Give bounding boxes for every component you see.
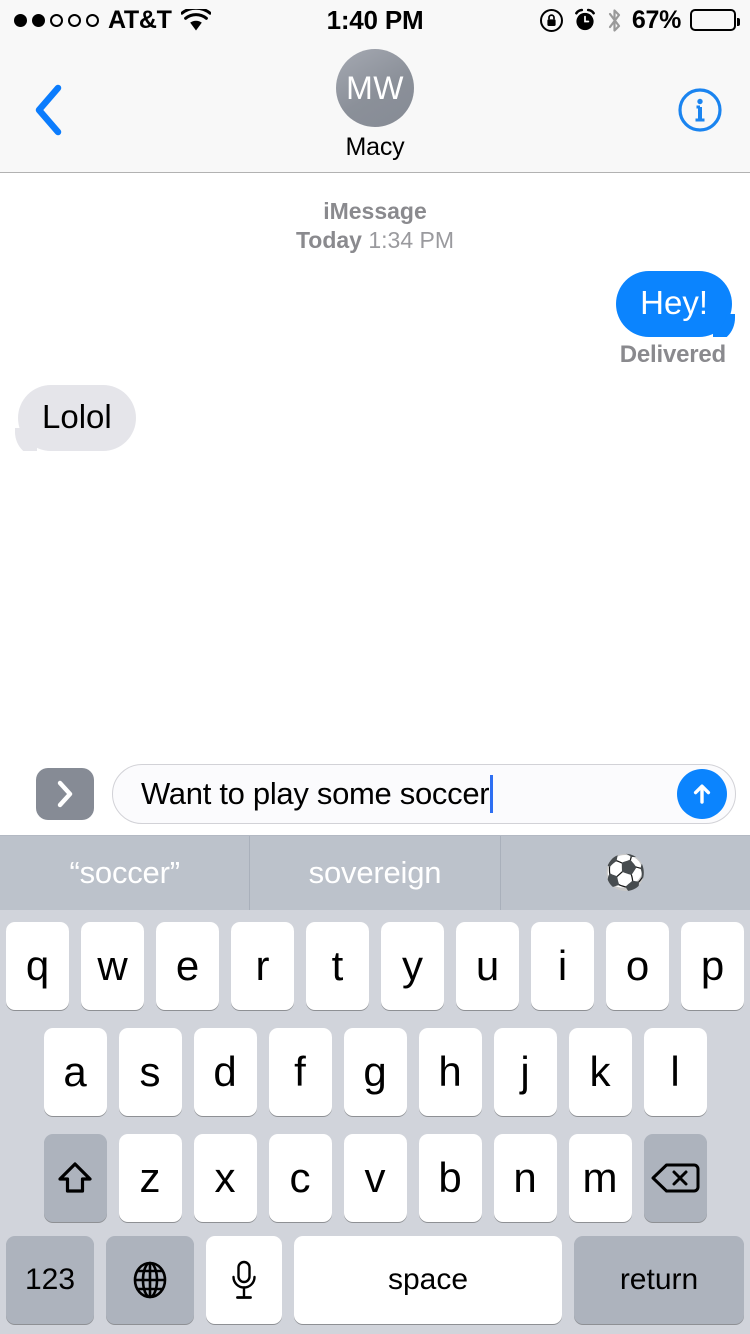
key-i[interactable]: i <box>531 922 594 1010</box>
suggestion-word[interactable]: sovereign <box>249 836 499 910</box>
microphone-icon <box>227 1257 261 1303</box>
keyboard-row-1: q w e r t y u i o p <box>0 922 750 1010</box>
bubble-tail <box>9 423 37 451</box>
message-bubble-incoming[interactable]: Lolol <box>18 385 136 451</box>
key-d[interactable]: d <box>193 1028 257 1116</box>
thread-service-label: iMessage <box>323 198 427 224</box>
avatar[interactable]: MW <box>336 49 414 127</box>
key-b[interactable]: b <box>418 1134 482 1222</box>
key-q[interactable]: q <box>6 922 69 1010</box>
chevron-right-icon <box>54 779 76 809</box>
key-o[interactable]: o <box>606 922 669 1010</box>
numbers-key[interactable]: 123 <box>6 1236 94 1324</box>
key-f[interactable]: f <box>268 1028 332 1116</box>
avatar-initials: MW <box>346 69 404 106</box>
key-g[interactable]: g <box>343 1028 407 1116</box>
contact-header[interactable]: MW Macy <box>0 49 750 162</box>
message-text: Lolol <box>42 398 112 435</box>
arrow-up-icon <box>687 779 717 809</box>
dictation-key[interactable] <box>206 1236 282 1324</box>
keyboard-row-4: 123 space return <box>0 1236 750 1324</box>
backspace-icon <box>649 1158 701 1198</box>
key-n[interactable]: n <box>493 1134 557 1222</box>
thread-timestamp: iMessage Today 1:34 PM <box>0 197 750 255</box>
messages-app-screen: AT&T 1:40 PM 67% MW Macy iMessage Today … <box>0 0 750 1334</box>
onscreen-keyboard: q w e r t y u i o p a s d f g h j k l z … <box>0 910 750 1334</box>
suggestion-quoted-word[interactable]: “soccer” <box>0 836 249 910</box>
shift-arrow-icon <box>53 1156 97 1200</box>
message-row-outgoing: Hey! <box>0 271 750 337</box>
suggestion-soccer-ball-emoji[interactable]: ⚽ <box>499 836 750 910</box>
info-button[interactable] <box>672 82 728 138</box>
keyboard-row-3: z x c v b n m <box>0 1134 750 1222</box>
battery-icon <box>690 9 740 31</box>
info-circle-icon <box>677 87 723 133</box>
battery-percent-label: 67% <box>631 5 681 34</box>
message-draft-text: Want to play some soccer <box>141 776 490 811</box>
key-u[interactable]: u <box>456 922 519 1010</box>
globe-icon <box>128 1258 172 1302</box>
message-text-field[interactable]: Want to play some soccer <box>112 764 736 824</box>
space-key[interactable]: space <box>294 1236 562 1324</box>
shift-key[interactable] <box>43 1134 107 1222</box>
key-w[interactable]: w <box>81 922 144 1010</box>
key-j[interactable]: j <box>493 1028 557 1116</box>
return-key[interactable]: return <box>574 1236 744 1324</box>
bluetooth-icon <box>606 7 623 34</box>
conversation-header: MW Macy <box>0 40 750 173</box>
expand-apps-button[interactable] <box>36 768 94 820</box>
key-c[interactable]: c <box>268 1134 332 1222</box>
key-y[interactable]: y <box>381 922 444 1010</box>
key-s[interactable]: s <box>118 1028 182 1116</box>
key-h[interactable]: h <box>418 1028 482 1116</box>
key-z[interactable]: z <box>118 1134 182 1222</box>
alarm-clock-icon <box>573 8 597 33</box>
message-delivery-status: Delivered <box>619 341 726 368</box>
key-r[interactable]: r <box>231 922 294 1010</box>
message-row-incoming: Lolol <box>0 385 750 451</box>
key-m[interactable]: m <box>568 1134 632 1222</box>
key-v[interactable]: v <box>343 1134 407 1222</box>
key-e[interactable]: e <box>156 922 219 1010</box>
message-text: Hey! <box>640 284 708 321</box>
key-l[interactable]: l <box>643 1028 707 1116</box>
key-p[interactable]: p <box>681 922 744 1010</box>
globe-key[interactable] <box>106 1236 194 1324</box>
message-thread[interactable]: iMessage Today 1:34 PM Hey! Delivered Lo… <box>0 173 750 753</box>
key-k[interactable]: k <box>568 1028 632 1116</box>
bubble-tail <box>713 309 741 337</box>
delete-key[interactable] <box>643 1134 707 1222</box>
key-x[interactable]: x <box>193 1134 257 1222</box>
message-bubble-outgoing[interactable]: Hey! <box>616 271 732 337</box>
status-bar: AT&T 1:40 PM 67% <box>0 0 750 40</box>
thread-time-label: 1:34 PM <box>368 227 455 253</box>
keyboard-row-2: a s d f g h j k l <box>0 1028 750 1116</box>
status-bar-right: 67% <box>539 5 740 35</box>
send-button[interactable] <box>677 769 727 819</box>
text-cursor <box>490 775 494 813</box>
thread-day-label: Today <box>295 227 362 253</box>
predictive-text-bar: “soccer” sovereign ⚽ <box>0 835 750 910</box>
rotation-lock-icon <box>539 8 564 33</box>
contact-name: Macy <box>345 133 405 161</box>
key-a[interactable]: a <box>43 1028 107 1116</box>
message-input-bar: Want to play some soccer <box>0 753 750 835</box>
key-t[interactable]: t <box>306 922 369 1010</box>
